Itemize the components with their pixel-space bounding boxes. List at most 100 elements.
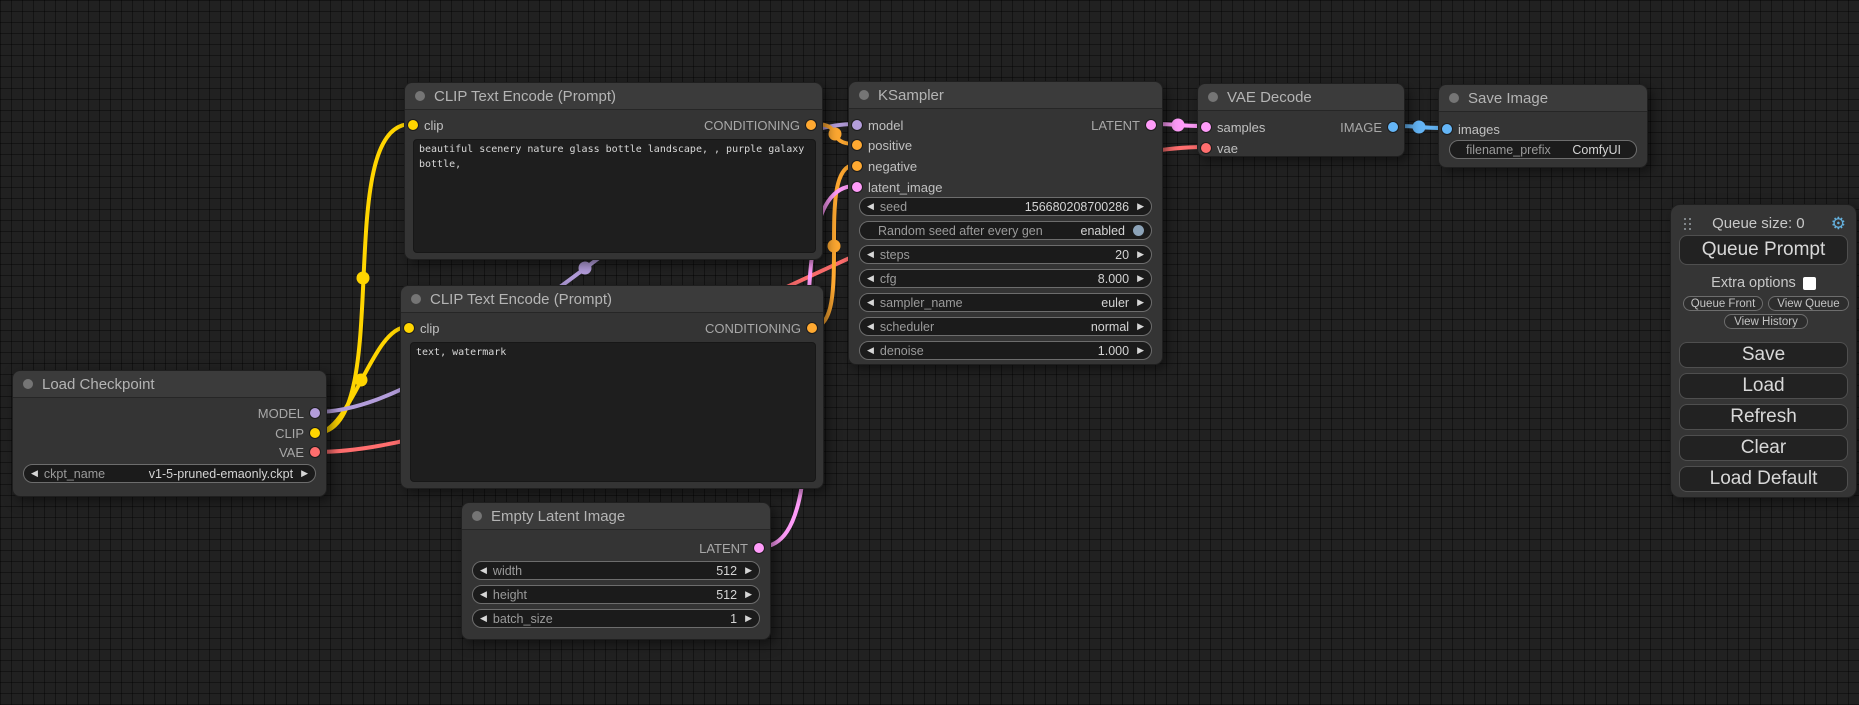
link-dot-model: [579, 262, 592, 275]
queue-front-button[interactable]: Queue Front: [1683, 296, 1763, 311]
filename-prefix-widget[interactable]: filename_prefix ComfyUI: [1449, 140, 1637, 159]
queue-size-label: Queue size: 0: [1686, 215, 1831, 232]
increment-arrow-icon[interactable]: ▶: [745, 590, 752, 599]
node-clip-text-encode-negative[interactable]: CLIP Text Encode (Prompt) clip CONDITION…: [400, 285, 824, 489]
widget-label: seed: [880, 200, 907, 214]
node-title-bar[interactable]: Load Checkpoint: [13, 371, 326, 398]
view-history-button[interactable]: View History: [1724, 314, 1808, 329]
input-port-latent-image[interactable]: [852, 182, 862, 192]
node-title: Empty Latent Image: [491, 508, 625, 525]
decrement-arrow-icon[interactable]: ◀: [480, 566, 487, 575]
batch-size-widget[interactable]: ◀ batch_size 1 ▶: [472, 609, 760, 628]
clear-button[interactable]: Clear: [1679, 435, 1848, 461]
queue-prompt-button[interactable]: Queue Prompt: [1679, 235, 1848, 265]
denoise-widget[interactable]: ◀ denoise 1.000 ▶: [859, 341, 1152, 360]
input-port-positive[interactable]: [852, 140, 862, 150]
node-status-dot[interactable]: [23, 379, 33, 389]
decrement-arrow-icon[interactable]: ◀: [867, 298, 874, 307]
scheduler-widget[interactable]: ◀ scheduler normal ▶: [859, 317, 1152, 336]
view-queue-button[interactable]: View Queue: [1768, 296, 1849, 311]
decrement-arrow-icon[interactable]: ◀: [480, 614, 487, 623]
prompt-text-area[interactable]: beautiful scenery nature glass bottle la…: [413, 139, 816, 253]
ckpt-name-widget[interactable]: ◀ ckpt_name v1-5-pruned-emaonly.ckpt ▶: [23, 464, 316, 483]
queue-panel[interactable]: Queue size: 0 ⚙ Queue Prompt Extra optio…: [1670, 204, 1857, 498]
node-empty-latent-image[interactable]: Empty Latent Image LATENT ◀ width 512 ▶ …: [461, 502, 771, 640]
node-status-dot[interactable]: [1208, 92, 1218, 102]
output-port-clip[interactable]: [310, 428, 320, 438]
output-port-conditioning[interactable]: [807, 323, 817, 333]
node-status-dot[interactable]: [472, 511, 482, 521]
node-title-bar[interactable]: CLIP Text Encode (Prompt): [405, 83, 822, 110]
input-port-clip[interactable]: [404, 323, 414, 333]
node-vae-decode[interactable]: VAE Decode samples IMAGE vae: [1197, 83, 1405, 157]
node-title-bar[interactable]: CLIP Text Encode (Prompt): [401, 286, 823, 313]
node-title-bar[interactable]: Empty Latent Image: [462, 503, 770, 530]
sampler-name-widget[interactable]: ◀ sampler_name euler ▶: [859, 293, 1152, 312]
output-label-image: IMAGE: [1340, 120, 1382, 135]
random-seed-toggle-widget[interactable]: Random seed after every gen enabled: [859, 221, 1152, 240]
decrement-arrow-icon[interactable]: ◀: [867, 250, 874, 259]
input-port-model[interactable]: [852, 120, 862, 130]
node-clip-text-encode-positive[interactable]: CLIP Text Encode (Prompt) clip CONDITION…: [404, 82, 823, 260]
input-port-clip[interactable]: [408, 120, 418, 130]
widget-label: cfg: [880, 272, 897, 286]
save-button[interactable]: Save: [1679, 342, 1848, 368]
extra-options-checkbox[interactable]: [1803, 277, 1816, 290]
toggle-enabled-icon[interactable]: [1133, 225, 1144, 236]
decrement-arrow-icon[interactable]: ◀: [867, 202, 874, 211]
load-default-button[interactable]: Load Default: [1679, 466, 1848, 492]
node-status-dot[interactable]: [415, 91, 425, 101]
refresh-button[interactable]: Refresh: [1679, 404, 1848, 430]
increment-arrow-icon[interactable]: ▶: [1137, 274, 1144, 283]
steps-widget[interactable]: ◀ steps 20 ▶: [859, 245, 1152, 264]
node-status-dot[interactable]: [859, 90, 869, 100]
node-title-bar[interactable]: KSampler: [849, 82, 1162, 109]
increment-arrow-icon[interactable]: ▶: [1137, 202, 1144, 211]
node-title-bar[interactable]: VAE Decode: [1198, 84, 1404, 111]
height-widget[interactable]: ◀ height 512 ▶: [472, 585, 760, 604]
widget-label: ckpt_name: [44, 467, 105, 481]
input-port-samples[interactable]: [1201, 122, 1211, 132]
node-load-checkpoint[interactable]: Load Checkpoint MODEL CLIP VAE ◀ ckpt_na…: [12, 370, 327, 497]
link-dot-cond-negative: [828, 240, 841, 253]
node-status-dot[interactable]: [411, 294, 421, 304]
drag-handle-icon[interactable]: [1684, 218, 1686, 220]
node-title-bar[interactable]: Save Image: [1439, 85, 1647, 112]
node-save-image[interactable]: Save Image images filename_prefix ComfyU…: [1438, 84, 1648, 168]
increment-arrow-icon[interactable]: ▶: [1137, 250, 1144, 259]
widget-label: scheduler: [880, 320, 934, 334]
output-port-latent[interactable]: [754, 543, 764, 553]
increment-arrow-icon[interactable]: ▶: [1137, 322, 1144, 331]
increment-arrow-icon[interactable]: ▶: [745, 614, 752, 623]
input-port-vae[interactable]: [1201, 143, 1211, 153]
seed-widget[interactable]: ◀ seed 156680208700286 ▶: [859, 197, 1152, 216]
prompt-text-area[interactable]: text, watermark: [410, 342, 816, 482]
input-port-negative[interactable]: [852, 161, 862, 171]
decrement-arrow-icon[interactable]: ◀: [867, 346, 874, 355]
port-row-vae: vae: [1198, 138, 1404, 158]
gear-icon[interactable]: ⚙: [1831, 215, 1846, 232]
output-port-model[interactable]: [310, 408, 320, 418]
output-port-image[interactable]: [1388, 122, 1398, 132]
increment-arrow-icon[interactable]: ▶: [1137, 346, 1144, 355]
increment-arrow-icon[interactable]: ▶: [745, 566, 752, 575]
decrement-arrow-icon[interactable]: ◀: [867, 322, 874, 331]
decrement-arrow-icon[interactable]: ◀: [867, 274, 874, 283]
input-label-positive: positive: [868, 138, 912, 153]
increment-arrow-icon[interactable]: ▶: [301, 469, 308, 478]
output-port-vae[interactable]: [310, 447, 320, 457]
widget-value: euler: [1101, 296, 1129, 310]
output-port-conditioning[interactable]: [806, 120, 816, 130]
increment-arrow-icon[interactable]: ▶: [1137, 298, 1144, 307]
decrement-arrow-icon[interactable]: ◀: [31, 469, 38, 478]
decrement-arrow-icon[interactable]: ◀: [480, 590, 487, 599]
load-button[interactable]: Load: [1679, 373, 1848, 399]
port-row-latent-image: latent_image: [849, 177, 1162, 197]
width-widget[interactable]: ◀ width 512 ▶: [472, 561, 760, 580]
output-port-latent[interactable]: [1146, 120, 1156, 130]
node-status-dot[interactable]: [1449, 93, 1459, 103]
cfg-widget[interactable]: ◀ cfg 8.000 ▶: [859, 269, 1152, 288]
input-port-images[interactable]: [1442, 124, 1452, 134]
node-ksampler[interactable]: KSampler model LATENT positive negative …: [848, 81, 1163, 365]
link-dot-cond-positive: [829, 128, 842, 141]
